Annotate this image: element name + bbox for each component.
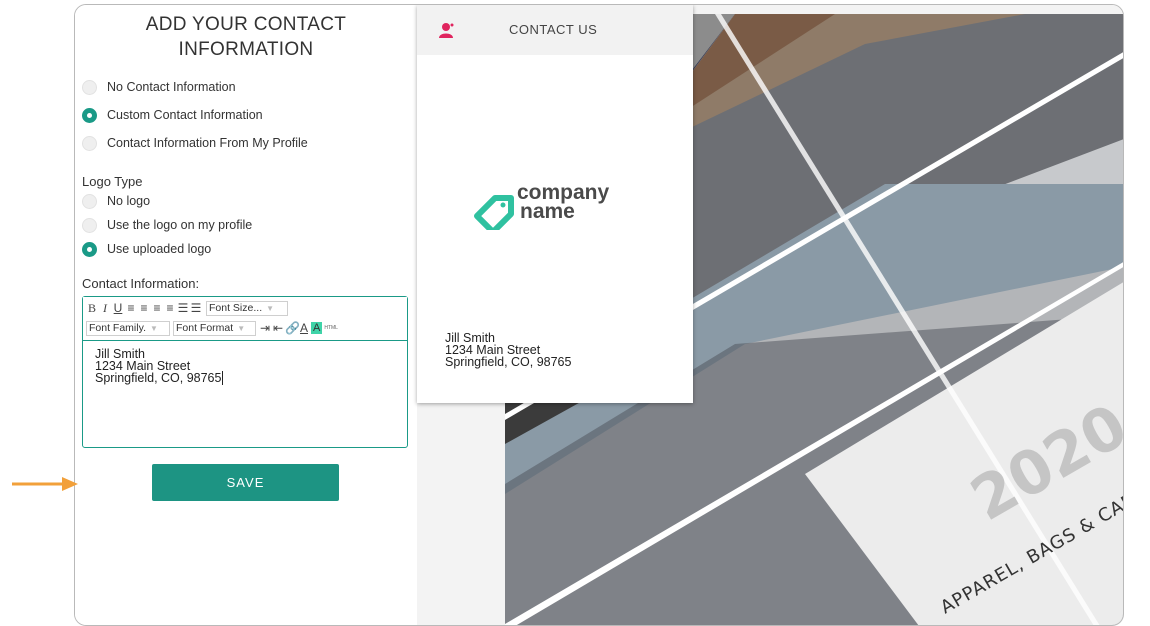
logo-text: company name <box>517 181 610 223</box>
radio-button-selected[interactable] <box>82 107 97 123</box>
align-right-icon[interactable]: ≡ <box>151 301 163 315</box>
editor-content[interactable]: Jill Smith 1234 Main Street Springfield,… <box>83 341 407 391</box>
font-size-select[interactable]: Font Size... ▼ <box>206 300 288 316</box>
unordered-list-icon[interactable]: ☰ <box>190 301 202 315</box>
radio-button[interactable] <box>82 79 97 95</box>
tag-icon <box>474 195 514 230</box>
font-family-select[interactable]: Font Family. ▼ <box>86 320 170 336</box>
radio-no-logo[interactable]: No logo <box>82 191 150 211</box>
radio-button-selected[interactable] <box>82 241 97 257</box>
align-center-icon[interactable]: ≡ <box>138 301 150 315</box>
contact-us-title: CONTACT US <box>509 22 598 37</box>
pointer-arrow-icon <box>12 477 78 491</box>
italic-icon[interactable]: I <box>99 301 111 316</box>
app-frame: ADD YOUR CONTACT INFORMATION No Contact … <box>74 4 1124 626</box>
link-icon[interactable]: 🔗 <box>285 321 300 335</box>
card-address: Jill Smith 1234 Main Street Springfield,… <box>445 331 572 369</box>
radio-label: Use uploaded logo <box>107 242 212 256</box>
radio-button[interactable] <box>82 193 97 209</box>
logo-type-label: Logo Type <box>82 174 143 189</box>
chevron-down-icon: ▼ <box>149 323 158 333</box>
contact-info-editor[interactable]: B I U ≡ ≡ ≡ ≡ ☰ ☰ Font Size... ▼ Font Fam… <box>82 296 408 448</box>
radio-label: No logo <box>107 194 151 208</box>
radio-label: Use the logo on my profile <box>107 218 253 232</box>
font-format-select[interactable]: Font Format ▼ <box>173 320 256 336</box>
bold-icon[interactable]: B <box>86 301 98 316</box>
radio-label: Custom Contact Information <box>107 108 263 122</box>
text-color-icon[interactable]: A <box>298 321 310 335</box>
radio-uploaded-logo[interactable]: Use uploaded logo <box>82 239 211 259</box>
radio-profile-logo[interactable]: Use the logo on my profile <box>82 215 252 235</box>
card-header: CONTACT US <box>417 5 693 55</box>
radio-button[interactable] <box>82 217 97 233</box>
align-left-icon[interactable]: ≡ <box>125 301 137 315</box>
contact-info-label: Contact Information: <box>82 276 200 291</box>
contact-form-panel: ADD YOUR CONTACT INFORMATION No Contact … <box>75 5 417 625</box>
highlight-color-icon[interactable]: A <box>311 322 323 334</box>
radio-button[interactable] <box>82 135 97 151</box>
editor-toolbar: B I U ≡ ≡ ≡ ≡ ☰ ☰ Font Size... ▼ Font Fam… <box>83 297 407 341</box>
company-logo: company name <box>473 182 643 236</box>
radio-label: Contact Information From My Profile <box>107 136 308 150</box>
align-justify-icon[interactable]: ≡ <box>164 301 176 315</box>
toolbar-row-2: Font Family. ▼ Font Format ▼ ⇥ ⇤ 🔗 A A HTM… <box>86 319 338 337</box>
contact-person-icon <box>439 23 454 38</box>
outdent-icon[interactable]: ⇤ <box>272 321 284 335</box>
underline-icon[interactable]: U <box>112 301 124 315</box>
form-title: ADD YOUR CONTACT INFORMATION <box>145 14 347 60</box>
radio-no-contact-info[interactable]: No Contact Information <box>82 77 236 97</box>
text-cursor <box>222 371 224 385</box>
radio-label: No Contact Information <box>107 80 236 94</box>
chevron-down-icon: ▼ <box>237 323 246 333</box>
chevron-down-icon: ▼ <box>266 303 275 313</box>
preview-panel: APPAREL, BAGS & CAPS 2020 CONTACT US com… <box>417 5 1123 625</box>
radio-custom-contact-info[interactable]: Custom Contact Information <box>82 105 263 125</box>
indent-icon[interactable]: ⇥ <box>259 321 271 335</box>
save-button[interactable]: SAVE <box>152 464 339 501</box>
contact-card-preview: CONTACT US company name Jill Smith 1234 … <box>417 5 693 403</box>
ordered-list-icon[interactable]: ☰ <box>177 301 189 315</box>
html-source-button[interactable]: HTML <box>324 325 338 331</box>
toolbar-row-1: B I U ≡ ≡ ≡ ≡ ☰ ☰ Font Size... ▼ <box>86 299 291 317</box>
radio-contact-from-profile[interactable]: Contact Information From My Profile <box>82 133 308 153</box>
